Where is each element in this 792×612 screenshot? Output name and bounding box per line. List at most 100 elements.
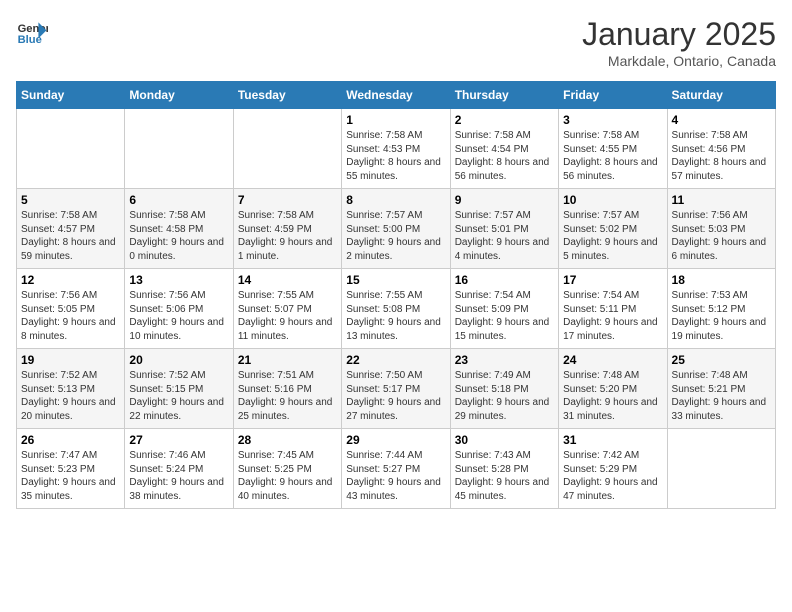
day-number: 8 bbox=[346, 193, 445, 207]
calendar-week-row: 5 Sunrise: 7:58 AM Sunset: 4:57 PM Daylig… bbox=[17, 189, 776, 269]
calendar-cell: 24 Sunrise: 7:48 AM Sunset: 5:20 PM Dayli… bbox=[559, 349, 667, 429]
calendar-cell: 4 Sunrise: 7:58 AM Sunset: 4:56 PM Daylig… bbox=[667, 109, 775, 189]
day-number: 28 bbox=[238, 433, 337, 447]
calendar-cell: 10 Sunrise: 7:57 AM Sunset: 5:02 PM Dayli… bbox=[559, 189, 667, 269]
calendar-cell: 7 Sunrise: 7:58 AM Sunset: 4:59 PM Daylig… bbox=[233, 189, 341, 269]
cell-content: Sunrise: 7:47 AM Sunset: 5:23 PM Dayligh… bbox=[21, 449, 120, 503]
calendar-cell: 28 Sunrise: 7:45 AM Sunset: 5:25 PM Dayli… bbox=[233, 429, 341, 509]
cell-content: Sunrise: 7:49 AM Sunset: 5:18 PM Dayligh… bbox=[455, 369, 554, 423]
weekday-header: Thursday bbox=[450, 82, 558, 109]
day-number: 7 bbox=[238, 193, 337, 207]
calendar-cell: 30Sunrise: 7:43 AM Sunset: 5:28 PM Dayli… bbox=[450, 429, 558, 509]
cell-content: Sunrise: 7:52 AM Sunset: 5:13 PM Dayligh… bbox=[21, 369, 120, 423]
calendar-cell: 5 Sunrise: 7:58 AM Sunset: 4:57 PM Daylig… bbox=[17, 189, 125, 269]
calendar-cell: 21Sunrise: 7:51 AM Sunset: 5:16 PM Dayli… bbox=[233, 349, 341, 429]
day-number: 12 bbox=[21, 273, 120, 287]
calendar-cell bbox=[233, 109, 341, 189]
calendar-cell: 26 Sunrise: 7:47 AM Sunset: 5:23 PM Dayli… bbox=[17, 429, 125, 509]
day-number: 30 bbox=[455, 433, 554, 447]
calendar-cell: 8 Sunrise: 7:57 AM Sunset: 5:00 PM Daylig… bbox=[342, 189, 450, 269]
cell-content: Sunrise: 7:58 AM Sunset: 4:56 PM Dayligh… bbox=[672, 129, 771, 183]
calendar-cell: 1 Sunrise: 7:58 AM Sunset: 4:53 PM Daylig… bbox=[342, 109, 450, 189]
day-number: 26 bbox=[21, 433, 120, 447]
day-number: 1 bbox=[346, 113, 445, 127]
weekday-header: Wednesday bbox=[342, 82, 450, 109]
calendar-week-row: 1 Sunrise: 7:58 AM Sunset: 4:53 PM Daylig… bbox=[17, 109, 776, 189]
day-number: 13 bbox=[129, 273, 228, 287]
calendar-cell: 19 Sunrise: 7:52 AM Sunset: 5:13 PM Dayli… bbox=[17, 349, 125, 429]
calendar-cell: 22Sunrise: 7:50 AM Sunset: 5:17 PM Dayli… bbox=[342, 349, 450, 429]
month-title: January 2025 bbox=[582, 16, 776, 53]
title-block: January 2025 Markdale, Ontario, Canada bbox=[582, 16, 776, 69]
day-number: 31 bbox=[563, 433, 662, 447]
calendar-cell: 9 Sunrise: 7:57 AM Sunset: 5:01 PM Daylig… bbox=[450, 189, 558, 269]
cell-content: Sunrise: 7:58 AM Sunset: 4:54 PM Dayligh… bbox=[455, 129, 554, 183]
weekday-header: Saturday bbox=[667, 82, 775, 109]
cell-content: Sunrise: 7:57 AM Sunset: 5:02 PM Dayligh… bbox=[563, 209, 662, 263]
cell-content: Sunrise: 7:45 AM Sunset: 5:25 PM Dayligh… bbox=[238, 449, 337, 503]
calendar-cell: 31 Sunrise: 7:42 AM Sunset: 5:29 PM Dayli… bbox=[559, 429, 667, 509]
day-number: 22 bbox=[346, 353, 445, 367]
calendar-header-row: SundayMondayTuesdayWednesdayThursdayFrid… bbox=[17, 82, 776, 109]
calendar-table: SundayMondayTuesdayWednesdayThursdayFrid… bbox=[16, 81, 776, 509]
day-number: 23 bbox=[455, 353, 554, 367]
cell-content: Sunrise: 7:48 AM Sunset: 5:20 PM Dayligh… bbox=[563, 369, 662, 423]
calendar-cell bbox=[125, 109, 233, 189]
calendar-cell: 15Sunrise: 7:55 AM Sunset: 5:08 PM Dayli… bbox=[342, 269, 450, 349]
calendar-cell: 13 Sunrise: 7:56 AM Sunset: 5:06 PM Dayli… bbox=[125, 269, 233, 349]
cell-content: Sunrise: 7:57 AM Sunset: 5:00 PM Dayligh… bbox=[346, 209, 445, 263]
cell-content: Sunrise: 7:56 AM Sunset: 5:05 PM Dayligh… bbox=[21, 289, 120, 343]
calendar-body: 1 Sunrise: 7:58 AM Sunset: 4:53 PM Daylig… bbox=[17, 109, 776, 509]
calendar-week-row: 19 Sunrise: 7:52 AM Sunset: 5:13 PM Dayli… bbox=[17, 349, 776, 429]
calendar-cell: 12 Sunrise: 7:56 AM Sunset: 5:05 PM Dayli… bbox=[17, 269, 125, 349]
cell-content: Sunrise: 7:52 AM Sunset: 5:15 PM Dayligh… bbox=[129, 369, 228, 423]
cell-content: Sunrise: 7:48 AM Sunset: 5:21 PM Dayligh… bbox=[672, 369, 771, 423]
day-number: 27 bbox=[129, 433, 228, 447]
weekday-header: Monday bbox=[125, 82, 233, 109]
day-number: 19 bbox=[21, 353, 120, 367]
cell-content: Sunrise: 7:46 AM Sunset: 5:24 PM Dayligh… bbox=[129, 449, 228, 503]
calendar-cell: 6 Sunrise: 7:58 AM Sunset: 4:58 PM Daylig… bbox=[125, 189, 233, 269]
calendar-cell: 11Sunrise: 7:56 AM Sunset: 5:03 PM Dayli… bbox=[667, 189, 775, 269]
calendar-cell: 2 Sunrise: 7:58 AM Sunset: 4:54 PM Daylig… bbox=[450, 109, 558, 189]
cell-content: Sunrise: 7:58 AM Sunset: 4:53 PM Dayligh… bbox=[346, 129, 445, 183]
day-number: 20 bbox=[129, 353, 228, 367]
cell-content: Sunrise: 7:57 AM Sunset: 5:01 PM Dayligh… bbox=[455, 209, 554, 263]
cell-content: Sunrise: 7:58 AM Sunset: 4:58 PM Dayligh… bbox=[129, 209, 228, 263]
cell-content: Sunrise: 7:58 AM Sunset: 4:59 PM Dayligh… bbox=[238, 209, 337, 263]
weekday-header: Sunday bbox=[17, 82, 125, 109]
day-number: 9 bbox=[455, 193, 554, 207]
calendar-cell: 18 Sunrise: 7:53 AM Sunset: 5:12 PM Dayli… bbox=[667, 269, 775, 349]
cell-content: Sunrise: 7:53 AM Sunset: 5:12 PM Dayligh… bbox=[672, 289, 771, 343]
day-number: 2 bbox=[455, 113, 554, 127]
cell-content: Sunrise: 7:55 AM Sunset: 5:07 PM Dayligh… bbox=[238, 289, 337, 343]
day-number: 17 bbox=[563, 273, 662, 287]
calendar-cell: 3Sunrise: 7:58 AM Sunset: 4:55 PM Daylig… bbox=[559, 109, 667, 189]
day-number: 6 bbox=[129, 193, 228, 207]
calendar-cell: 17 Sunrise: 7:54 AM Sunset: 5:11 PM Dayli… bbox=[559, 269, 667, 349]
day-number: 29 bbox=[346, 433, 445, 447]
logo-icon: General Blue bbox=[16, 16, 48, 48]
day-number: 14 bbox=[238, 273, 337, 287]
day-number: 10 bbox=[563, 193, 662, 207]
calendar-cell: 14 Sunrise: 7:55 AM Sunset: 5:07 PM Dayli… bbox=[233, 269, 341, 349]
page-header: General Blue January 2025 Markdale, Onta… bbox=[16, 16, 776, 69]
day-number: 25 bbox=[672, 353, 771, 367]
calendar-week-row: 26 Sunrise: 7:47 AM Sunset: 5:23 PM Dayli… bbox=[17, 429, 776, 509]
weekday-header: Friday bbox=[559, 82, 667, 109]
cell-content: Sunrise: 7:56 AM Sunset: 5:06 PM Dayligh… bbox=[129, 289, 228, 343]
calendar-cell: 27 Sunrise: 7:46 AM Sunset: 5:24 PM Dayli… bbox=[125, 429, 233, 509]
day-number: 18 bbox=[672, 273, 771, 287]
cell-content: Sunrise: 7:58 AM Sunset: 4:57 PM Dayligh… bbox=[21, 209, 120, 263]
calendar-cell: 25 Sunrise: 7:48 AM Sunset: 5:21 PM Dayli… bbox=[667, 349, 775, 429]
calendar-cell bbox=[667, 429, 775, 509]
day-number: 15 bbox=[346, 273, 445, 287]
day-number: 24 bbox=[563, 353, 662, 367]
cell-content: Sunrise: 7:42 AM Sunset: 5:29 PM Dayligh… bbox=[563, 449, 662, 503]
calendar-cell bbox=[17, 109, 125, 189]
cell-content: Sunrise: 7:54 AM Sunset: 5:11 PM Dayligh… bbox=[563, 289, 662, 343]
day-number: 5 bbox=[21, 193, 120, 207]
cell-content: Sunrise: 7:44 AM Sunset: 5:27 PM Dayligh… bbox=[346, 449, 445, 503]
day-number: 4 bbox=[672, 113, 771, 127]
cell-content: Sunrise: 7:58 AM Sunset: 4:55 PM Dayligh… bbox=[563, 129, 662, 183]
